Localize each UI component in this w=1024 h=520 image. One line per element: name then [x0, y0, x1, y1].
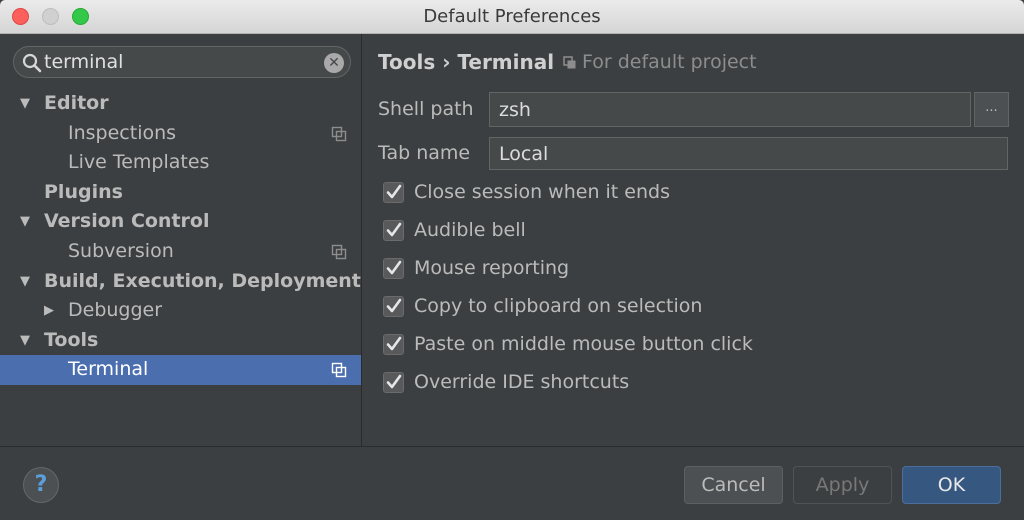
checkbox[interactable] — [383, 334, 404, 355]
sidebar-item-label: Version Control — [44, 210, 210, 233]
sidebar-item-label: Inspections — [68, 121, 177, 144]
option-label: Audible bell — [414, 219, 526, 241]
dialog-footer: ? Cancel Apply OK — [0, 446, 1024, 520]
settings-tree: ▼ Editor Inspections Live Templates Plugins ▼… — [0, 89, 361, 385]
checkmark-icon — [386, 260, 402, 275]
checkbox[interactable] — [383, 258, 404, 279]
clear-search-icon[interactable]: ✕ — [324, 53, 344, 73]
checkmark-icon — [386, 298, 402, 313]
sidebar-item-inspections[interactable]: Inspections — [0, 119, 361, 149]
apply-button[interactable]: Apply — [793, 466, 892, 504]
chevron-down-icon[interactable]: ▼ — [20, 89, 30, 119]
sidebar-item-label: Plugins — [44, 180, 123, 203]
title-bar: Default Preferences — [0, 0, 1024, 34]
sidebar-item-version-control[interactable]: ▼ Version Control — [0, 207, 361, 237]
chevron-right-icon[interactable]: ▶ — [44, 296, 54, 326]
chevron-down-icon[interactable]: ▼ — [20, 267, 30, 297]
sidebar-item-label: Subversion — [68, 239, 174, 262]
settings-search-box[interactable]: ✕ — [13, 46, 351, 78]
sidebar-item-label: Live Templates — [68, 151, 210, 174]
cancel-button[interactable]: Cancel — [684, 466, 783, 504]
checkmark-icon — [386, 184, 402, 199]
search-icon — [22, 53, 42, 73]
sidebar-item-label: Terminal — [68, 358, 149, 381]
option-label: Override IDE shortcuts — [414, 371, 630, 393]
sidebar-item-build-execution-deployment[interactable]: ▼ Build, Execution, Deployment — [0, 267, 361, 297]
sidebar-item-label: Build, Execution, Deployment — [44, 269, 361, 292]
tab-name-label: Tab name — [378, 142, 471, 164]
option-label: Close session when it ends — [414, 181, 670, 203]
project-scope-label: For default project — [582, 51, 757, 73]
copy-icon — [331, 244, 347, 260]
sidebar-item-label: Editor — [44, 92, 109, 114]
help-icon[interactable]: ? — [23, 467, 59, 503]
checkbox[interactable] — [383, 220, 404, 241]
shell-path-label: Shell path — [378, 98, 474, 120]
sidebar-item-debugger[interactable]: ▶ Debugger — [0, 296, 361, 326]
sidebar-item-tools[interactable]: ▼ Tools — [0, 326, 361, 356]
sidebar-item-plugins[interactable]: Plugins — [0, 178, 361, 208]
chevron-down-icon[interactable]: ▼ — [20, 326, 30, 356]
checkbox[interactable] — [383, 296, 404, 317]
ok-button[interactable]: OK — [902, 466, 1001, 504]
sidebar-item-terminal[interactable]: Terminal — [0, 355, 361, 385]
window-title: Default Preferences — [423, 6, 601, 27]
checkbox[interactable] — [383, 182, 404, 203]
checkmark-icon — [386, 222, 402, 237]
copy-icon — [563, 56, 576, 69]
terminal-settings-panel: Tools › Terminal For default project She… — [363, 34, 1024, 446]
settings-search-input[interactable] — [44, 50, 324, 74]
sidebar-item-label: Tools — [44, 328, 99, 351]
checkmark-icon — [386, 374, 402, 389]
checkmark-icon — [386, 336, 402, 351]
shell-path-input[interactable] — [489, 92, 971, 127]
chevron-down-icon[interactable]: ▼ — [20, 207, 30, 237]
copy-icon — [331, 126, 347, 141]
option-label: Paste on middle mouse button click — [414, 333, 753, 355]
option-label: Mouse reporting — [414, 257, 570, 279]
browse-shell-button[interactable]: ... — [974, 92, 1009, 127]
sidebar-item-label: Debugger — [68, 299, 163, 322]
sidebar-item-subversion[interactable]: Subversion — [0, 237, 361, 267]
preferences-window: Default Preferences ✕ ▼ Editor Inspections… — [0, 0, 1024, 520]
sidebar-item-editor[interactable]: ▼ Editor — [0, 89, 361, 119]
page-breadcrumb: Tools › Terminal — [378, 50, 555, 74]
checkbox[interactable] — [383, 372, 404, 393]
settings-sidebar: ✕ ▼ Editor Inspections Live Templates Plugin… — [0, 34, 362, 446]
tab-name-input[interactable] — [489, 137, 1008, 170]
copy-icon — [331, 363, 347, 378]
sidebar-item-live-templates[interactable]: Live Templates — [0, 148, 361, 178]
option-label: Copy to clipboard on selection — [414, 295, 703, 317]
